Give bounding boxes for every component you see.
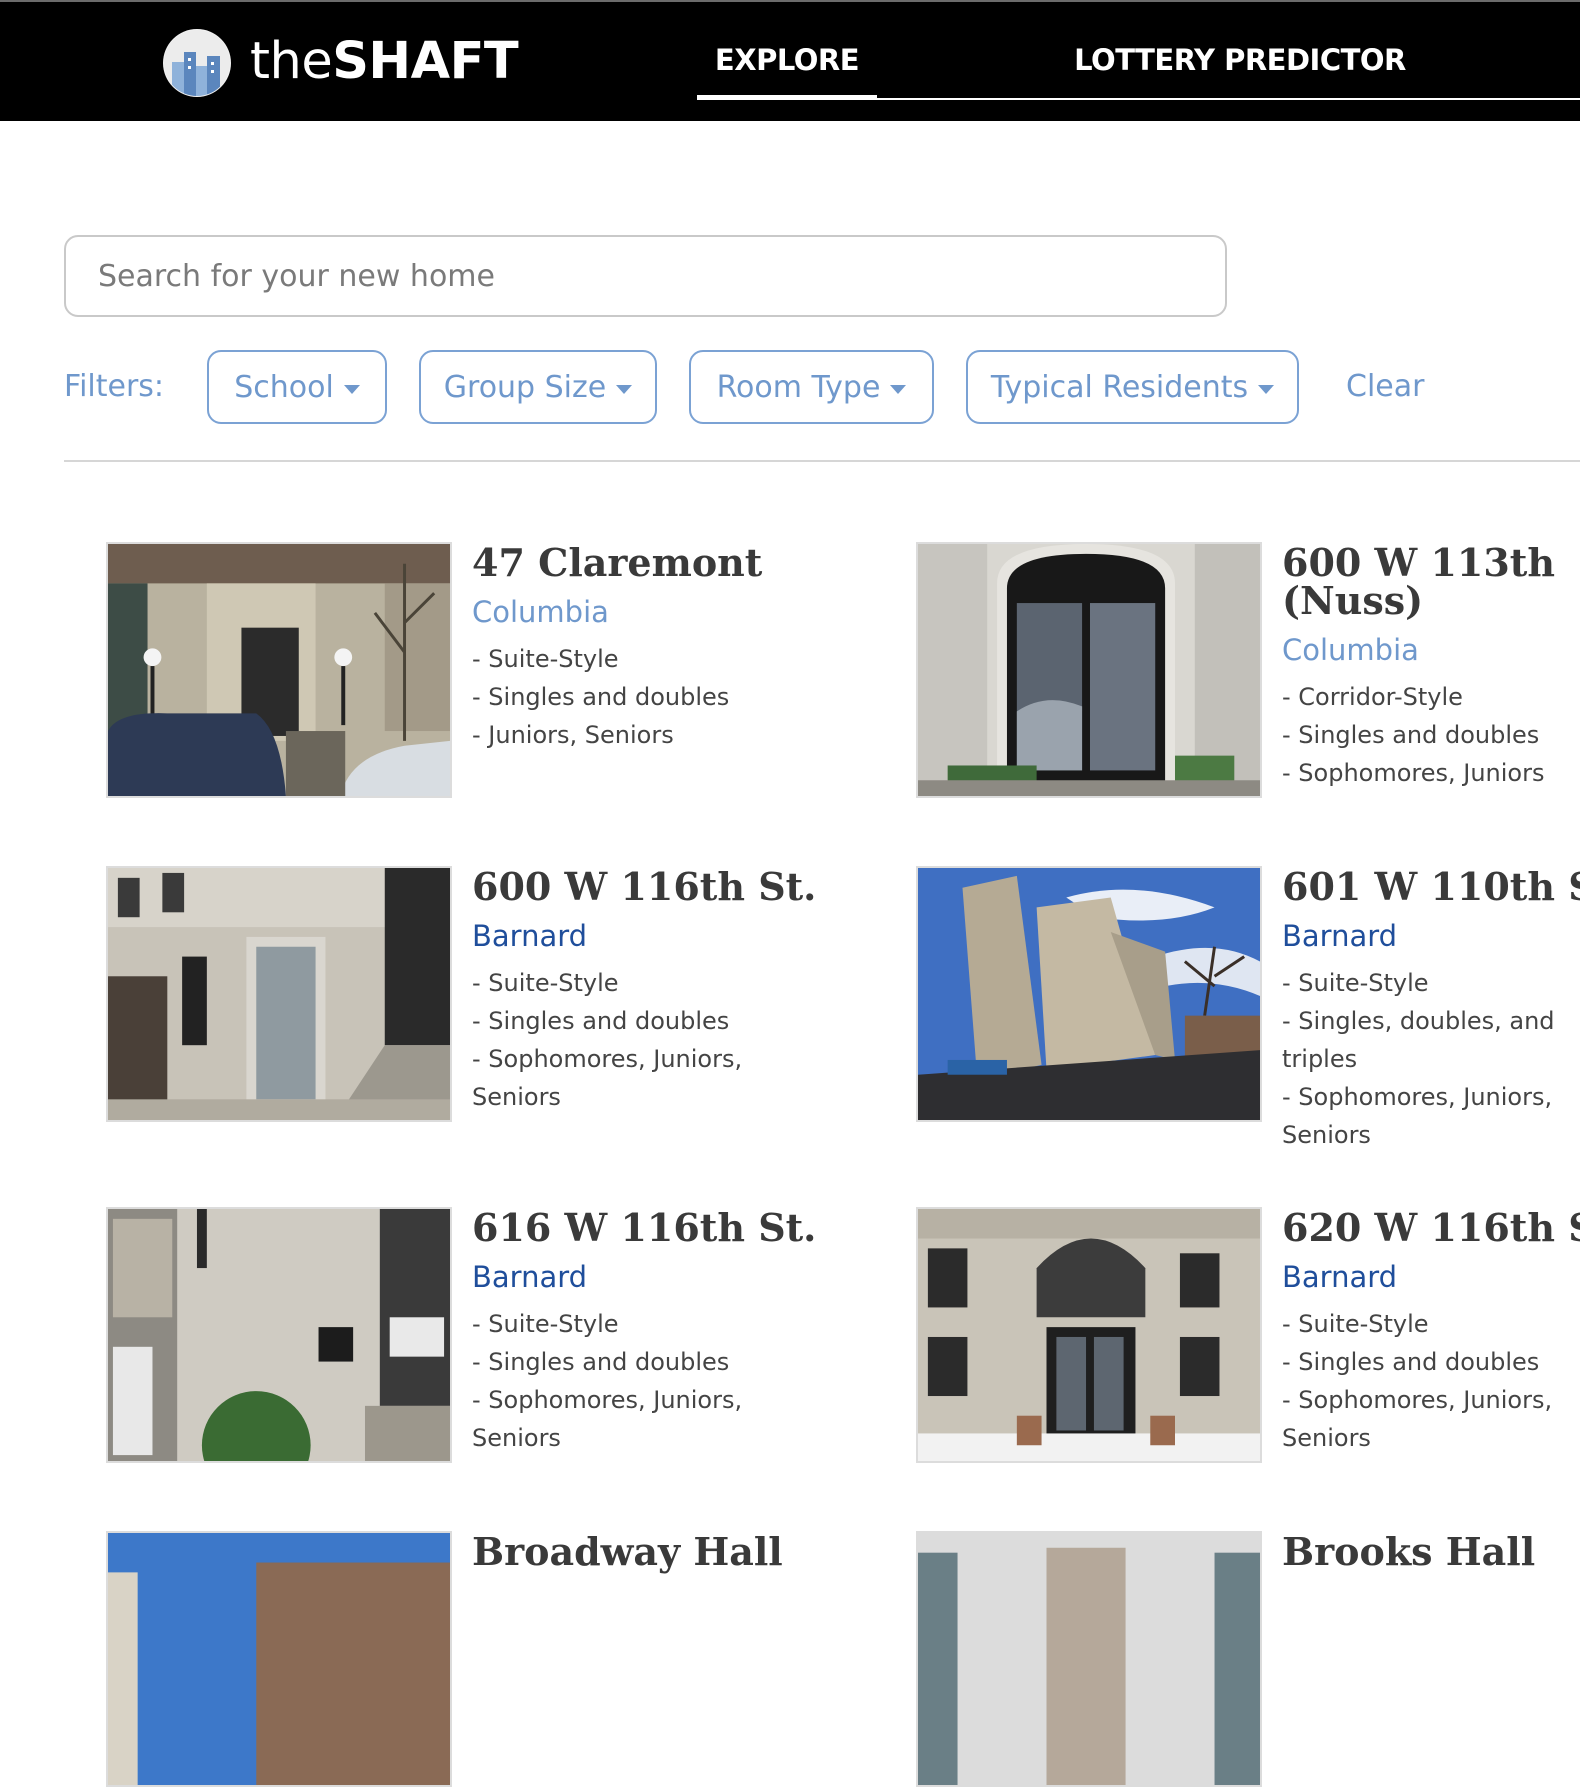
listing-title[interactable]: Broadway Hall bbox=[472, 1533, 792, 1571]
listing-school: Barnard bbox=[1282, 919, 1398, 953]
listing-title[interactable]: 600 W 113th (Nuss) bbox=[1282, 544, 1580, 620]
listing-title[interactable]: 620 W 116th St bbox=[1282, 1209, 1580, 1247]
listing-title[interactable]: 600 W 116th St. bbox=[472, 868, 816, 906]
brand-wordmark[interactable]: theSHAFT bbox=[250, 32, 519, 92]
filter-room-type-label: Room Type bbox=[716, 369, 881, 405]
filters-label: Filters: bbox=[64, 369, 165, 404]
caret-down-icon bbox=[616, 384, 633, 394]
top-navbar: theSHAFT EXPLORE LOTTERY PREDICTOR bbox=[0, 0, 1580, 121]
brand-bold: SHAFT bbox=[332, 32, 519, 91]
listing-title[interactable]: 601 W 110th St bbox=[1282, 868, 1580, 906]
search-input[interactable] bbox=[64, 235, 1227, 317]
filter-room-type-dropdown[interactable]: Room Type bbox=[689, 350, 934, 424]
nav-tab-explore[interactable]: EXPLORE bbox=[697, 40, 877, 80]
listing-school: Barnard bbox=[1282, 1260, 1398, 1294]
nav-active-indicator bbox=[697, 95, 877, 100]
filter-school-dropdown[interactable]: School bbox=[207, 350, 387, 424]
listing-feature: - Suite-Style bbox=[472, 969, 619, 997]
brand-light: the bbox=[250, 32, 333, 91]
listing-title[interactable]: Brooks Hall bbox=[1282, 1533, 1580, 1571]
filter-typical-residents-label: Typical Residents bbox=[990, 369, 1249, 405]
filter-typical-residents-dropdown[interactable]: Typical Residents bbox=[966, 350, 1299, 424]
listing-feature: - Suite-Style bbox=[472, 645, 619, 673]
listing-school: Barnard bbox=[472, 919, 588, 953]
listing-feature: - Juniors, Seniors bbox=[472, 721, 674, 749]
building-photo[interactable] bbox=[916, 542, 1262, 798]
building-photo[interactable] bbox=[916, 1531, 1262, 1787]
nav-underline bbox=[877, 98, 1580, 100]
listing-school: Columbia bbox=[1282, 633, 1419, 667]
listing-feature: - Singles and doubles bbox=[472, 683, 730, 711]
listing-feature: - Singles and doubles bbox=[472, 1348, 730, 1376]
listing-feature: - Suite-Style bbox=[1282, 1310, 1429, 1338]
nav-tab-lottery-predictor[interactable]: LOTTERY PREDICTOR bbox=[1040, 40, 1440, 80]
listing-feature: - Suite-Style bbox=[1282, 969, 1429, 997]
caret-down-icon bbox=[890, 384, 907, 394]
building-photo[interactable] bbox=[106, 1207, 452, 1463]
building-photo[interactable] bbox=[106, 542, 452, 798]
listing-feature: - Sophomores, Juniors, Seniors bbox=[1282, 1083, 1553, 1149]
caret-down-icon bbox=[1258, 384, 1275, 394]
building-photo[interactable] bbox=[916, 866, 1262, 1122]
building-photo[interactable] bbox=[106, 866, 452, 1122]
listing-feature: - Singles and doubles bbox=[1282, 1348, 1540, 1376]
listing-title[interactable]: 47 Claremont bbox=[472, 544, 792, 582]
listing-feature: - Sophomores, Juniors, Seniors bbox=[472, 1045, 743, 1111]
filter-group-size-dropdown[interactable]: Group Size bbox=[419, 350, 657, 424]
caret-down-icon bbox=[343, 384, 360, 394]
buildings-globe-icon[interactable] bbox=[162, 28, 232, 98]
building-photo[interactable] bbox=[916, 1207, 1262, 1463]
filter-school-label: School bbox=[234, 369, 334, 405]
listing-feature: - Singles and doubles bbox=[472, 1007, 730, 1035]
listing-feature: - Corridor-Style bbox=[1282, 683, 1463, 711]
listing-feature: - Sophomores, Juniors, Seniors bbox=[472, 1386, 743, 1452]
listing-feature: - Singles and doubles bbox=[1282, 721, 1540, 749]
listing-school: Barnard bbox=[472, 1260, 588, 1294]
listing-title[interactable]: 616 W 116th St. bbox=[472, 1209, 816, 1247]
listing-feature: - Sophomores, Juniors bbox=[1282, 759, 1545, 787]
listing-feature: - Singles, doubles, and triples bbox=[1282, 1007, 1555, 1073]
listing-feature: - Suite-Style bbox=[472, 1310, 619, 1338]
filter-group-size-label: Group Size bbox=[443, 369, 607, 405]
building-photo[interactable] bbox=[106, 1531, 452, 1787]
listing-school: Columbia bbox=[472, 595, 609, 629]
divider bbox=[64, 460, 1580, 462]
listing-feature: - Sophomores, Juniors, Seniors bbox=[1282, 1386, 1553, 1452]
clear-filters-link[interactable]: Clear bbox=[1346, 366, 1424, 408]
